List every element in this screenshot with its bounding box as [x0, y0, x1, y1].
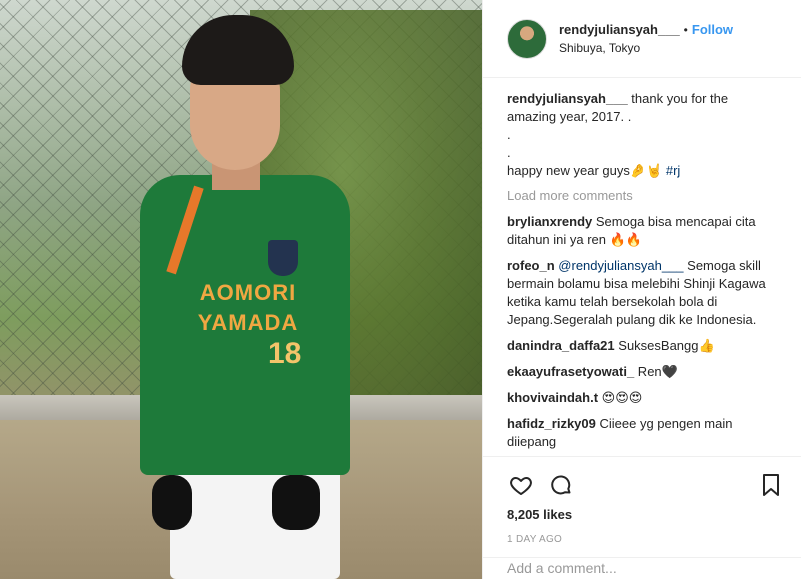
- comment-username[interactable]: hafidz_rizky09: [507, 416, 596, 431]
- right-glove: [272, 475, 320, 530]
- bookmark-icon[interactable]: [757, 471, 785, 499]
- comment-text: SuksesBangg👍: [614, 338, 715, 353]
- comment-item: brylianxrendy Semoga bisa mencapai cita …: [507, 213, 779, 249]
- comments-list[interactable]: rendyjuliansyah___ thank you for the ama…: [483, 78, 801, 456]
- jersey-sponsor-line1: AOMORI: [199, 280, 297, 305]
- author-avatar[interactable]: [507, 18, 547, 59]
- caption-username[interactable]: rendyjuliansyah___: [507, 91, 628, 106]
- jersey-number: 18: [268, 337, 302, 370]
- comment-item: ekaayufrasetyowati_ Ren🖤: [507, 363, 779, 381]
- player-figure: AOMORI YAMADA 18: [140, 15, 350, 579]
- comment-mention[interactable]: @rendyjuliansyah___: [558, 258, 683, 273]
- caption-hashtag[interactable]: #rj: [666, 163, 680, 178]
- comment-icon[interactable]: [547, 471, 575, 499]
- jersey-sponsor-line2: YAMADA: [197, 310, 299, 335]
- load-more-comments-button[interactable]: Load more comments: [507, 188, 779, 203]
- post-timestamp[interactable]: 1 DAY AGO: [507, 534, 785, 545]
- post-header: rendyjuliansyah___ • Follow Shibuya, Tok…: [483, 0, 801, 78]
- add-comment-bar: [483, 557, 801, 579]
- left-glove: [152, 475, 192, 530]
- separator-dot: •: [683, 22, 688, 37]
- post-side-panel: rendyjuliansyah___ • Follow Shibuya, Tok…: [482, 0, 801, 579]
- comment-username[interactable]: brylianxrendy: [507, 214, 592, 229]
- comment-username[interactable]: ekaayufrasetyowati_: [507, 364, 634, 379]
- comment-text: Ren🖤: [634, 364, 678, 379]
- comment-username[interactable]: khovivaindah.t: [507, 390, 598, 405]
- follow-button[interactable]: Follow: [692, 22, 733, 37]
- post-caption: rendyjuliansyah___ thank you for the ama…: [507, 90, 779, 180]
- player-hair: [182, 15, 294, 85]
- comment-item: rofeo_n @rendyjuliansyah___ Semoga skill…: [507, 257, 779, 329]
- comment-username[interactable]: rofeo_n: [507, 258, 555, 273]
- post-location[interactable]: Shibuya, Tokyo: [559, 41, 733, 55]
- instagram-post: AOMORI YAMADA 18 rendyjuliansyah___ • Fo…: [0, 0, 801, 579]
- post-actions: 8,205 likes 1 DAY AGO: [483, 456, 801, 545]
- club-crest: [268, 240, 298, 276]
- comment-text: 😍😍😍: [598, 390, 643, 405]
- comment-username[interactable]: danindra_daffa21: [507, 338, 615, 353]
- comment-item: hafidz_rizky09 Ciieee yg pengen main dii…: [507, 415, 779, 451]
- author-username[interactable]: rendyjuliansyah___: [559, 22, 680, 37]
- likes-count[interactable]: 8,205 likes: [507, 507, 785, 522]
- post-photo[interactable]: AOMORI YAMADA 18: [0, 0, 482, 579]
- comment-item: khovivaindah.t 😍😍😍: [507, 389, 779, 407]
- add-comment-input[interactable]: [507, 560, 777, 576]
- author-info: rendyjuliansyah___ • Follow Shibuya, Tok…: [559, 22, 733, 55]
- comment-item: danindra_daffa21 SuksesBangg👍: [507, 337, 779, 355]
- heart-icon[interactable]: [507, 471, 535, 499]
